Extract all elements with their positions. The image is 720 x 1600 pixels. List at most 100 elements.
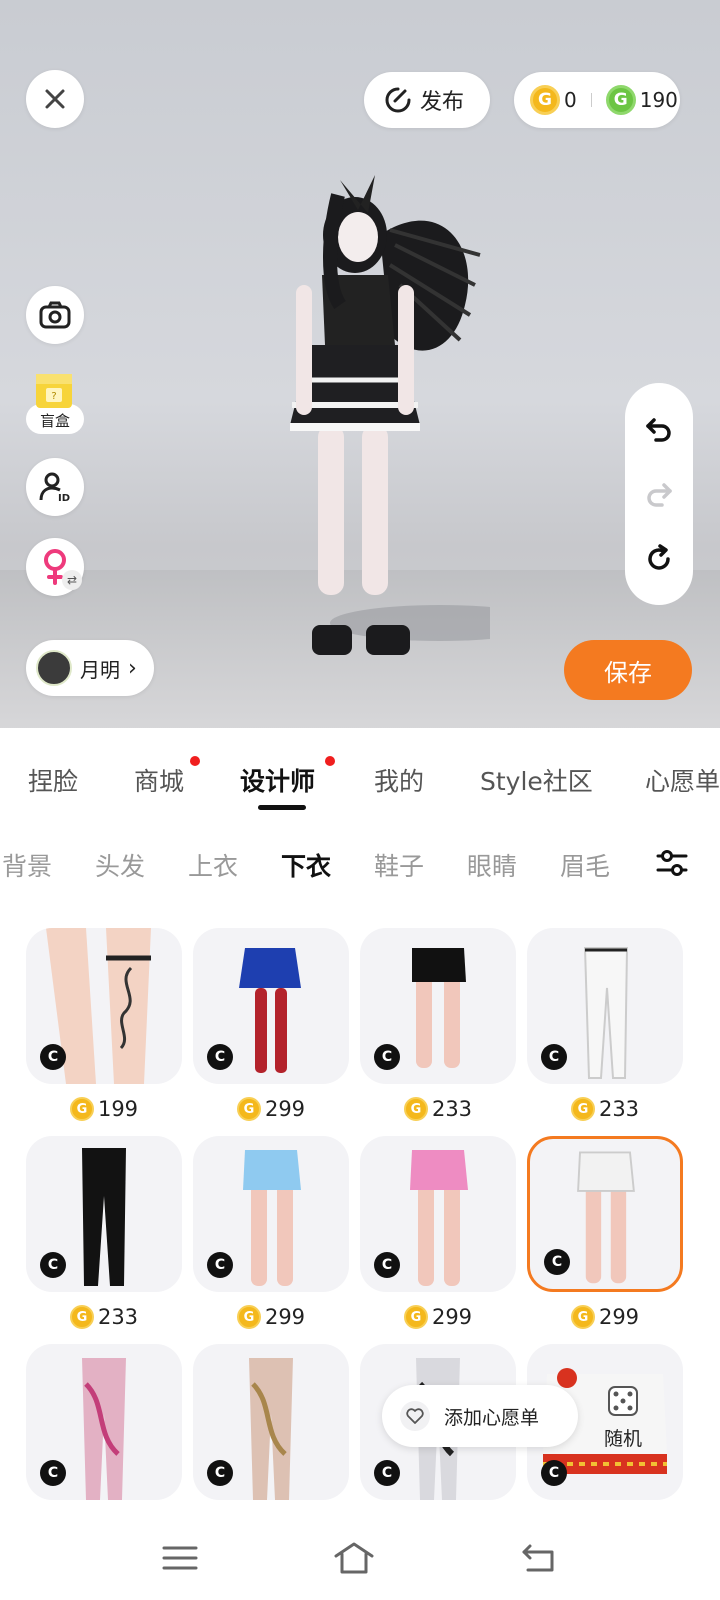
item-thumbnail: C <box>193 928 349 1084</box>
item-card[interactable]: C G 199 <box>26 928 182 1134</box>
category-background[interactable]: 背景 <box>2 847 52 883</box>
gold-balance: 0 <box>564 88 577 112</box>
tab-designer[interactable]: 设计师 <box>240 762 315 798</box>
blind-box-button[interactable]: ? 盲盒 <box>26 368 84 438</box>
item-price: G 299 <box>360 1292 516 1342</box>
item-price: G 299 <box>193 1292 349 1342</box>
chevron-right-icon: › <box>128 655 137 681</box>
publish-icon <box>385 87 411 113</box>
item-card-selected[interactable]: C G 299 <box>527 1136 683 1342</box>
heart-icon <box>400 1401 430 1431</box>
shop-notification-dot <box>190 756 200 766</box>
redo-icon[interactable] <box>644 479 674 509</box>
creator-badge-icon: C <box>544 1249 570 1275</box>
gold-coin-icon: G <box>69 1305 94 1329</box>
system-navigation-bar <box>0 1520 720 1600</box>
price-value: 299 <box>598 1305 640 1329</box>
category-eyebrows[interactable]: 眉毛 <box>560 847 610 883</box>
category-top[interactable]: 上衣 <box>188 847 238 883</box>
green-balance: 190 <box>639 88 678 112</box>
item-thumbnail: C <box>193 1136 349 1292</box>
tab-style-community[interactable]: Style社区 <box>480 762 593 798</box>
designer-notification-dot <box>325 756 335 766</box>
publish-label: 发布 <box>420 90 465 115</box>
item-thumbnail: C <box>26 928 182 1084</box>
creator-badge-icon: C <box>40 1044 66 1070</box>
camera-button[interactable] <box>26 286 84 344</box>
dice-icon <box>608 1386 638 1416</box>
item-thumbnail: C <box>360 1136 516 1292</box>
undo-icon[interactable] <box>644 414 674 444</box>
creator-badge-icon: C <box>40 1460 66 1486</box>
gold-coin-icon: G <box>69 1097 94 1121</box>
blind-box-icon: ? <box>36 374 72 408</box>
item-card[interactable]: C G 233 <box>360 928 516 1134</box>
gold-coin-icon: G <box>236 1305 261 1329</box>
category-hair[interactable]: 头发 <box>95 847 145 883</box>
close-button[interactable] <box>26 70 84 128</box>
item-price: G 299 <box>193 1084 349 1134</box>
close-icon <box>45 89 65 109</box>
gold-coin-icon: G <box>570 1097 595 1121</box>
avatar-figure[interactable] <box>230 135 490 695</box>
creator-badge-icon: C <box>207 1252 233 1278</box>
publish-button[interactable]: 发布 <box>364 72 490 128</box>
category-eyes[interactable]: 眼睛 <box>467 847 517 883</box>
gold-coin-icon: G <box>236 1097 261 1121</box>
tab-wishlist[interactable]: 心愿单 <box>645 762 720 798</box>
wishlist-label: 添加心愿单 <box>444 1406 540 1429</box>
gold-coin-icon: G <box>403 1305 428 1329</box>
creator-badge-icon: C <box>541 1460 567 1486</box>
person-id-icon: ID <box>39 472 70 504</box>
avatar-id-button[interactable]: ID <box>26 458 84 516</box>
item-thumbnail: C <box>527 1136 683 1292</box>
item-price: G 233 <box>26 1292 182 1342</box>
creator-badge-icon: C <box>207 1044 233 1070</box>
price-value: 233 <box>598 1097 640 1121</box>
item-thumbnail: C <box>26 1136 182 1292</box>
svg-text:ID: ID <box>58 493 70 504</box>
profile-name: 月明 <box>80 657 120 682</box>
item-thumbnail: C <box>193 1344 349 1500</box>
filter-icon[interactable] <box>654 845 690 881</box>
category-shoes[interactable]: 鞋子 <box>374 847 424 883</box>
creator-badge-icon: C <box>374 1044 400 1070</box>
currency-balance[interactable]: G 0 G 190 <box>514 72 680 128</box>
random-label: 随机 <box>603 1428 642 1450</box>
save-button[interactable]: 保存 <box>564 640 692 700</box>
item-card[interactable]: C <box>193 1344 349 1500</box>
random-button[interactable]: 随机 <box>588 1383 658 1451</box>
reset-icon[interactable] <box>644 543 674 574</box>
item-card[interactable]: C G 299 <box>193 928 349 1134</box>
swap-icon: ⇄ <box>62 570 82 590</box>
back-icon[interactable] <box>516 1538 560 1578</box>
item-card[interactable]: C <box>26 1344 182 1500</box>
green-coin-icon: G <box>605 85 636 115</box>
tab-mine[interactable]: 我的 <box>374 762 424 798</box>
item-thumbnail: C <box>527 928 683 1084</box>
price-value: 233 <box>97 1305 139 1329</box>
gender-switch-button[interactable]: ⇄ <box>26 538 84 596</box>
item-card[interactable]: C G 233 <box>527 928 683 1134</box>
tab-face[interactable]: 捏脸 <box>28 762 78 798</box>
add-to-wishlist-button[interactable]: 添加心愿单 <box>382 1385 578 1447</box>
menu-icon[interactable] <box>158 1538 202 1578</box>
category-bottom[interactable]: 下衣 <box>281 847 331 883</box>
price-value: 299 <box>431 1305 473 1329</box>
tab-shop[interactable]: 商城 <box>134 762 184 798</box>
item-card[interactable]: C G 299 <box>360 1136 516 1342</box>
main-tabs: 捏脸 商城 设计师 我的 Style社区 心愿单 <box>0 740 720 820</box>
svg-text:?: ? <box>51 391 56 402</box>
item-thumbnail: C <box>26 1344 182 1500</box>
home-icon[interactable] <box>332 1538 376 1578</box>
item-price: G 233 <box>527 1084 683 1134</box>
camera-icon <box>39 301 71 329</box>
item-card[interactable]: C G 233 <box>26 1136 182 1342</box>
item-card[interactable]: C G 299 <box>193 1136 349 1342</box>
avatar-stage[interactable]: 发布 G 0 G 190 ? 盲盒 ID ⇄ 月明 › 保存 <box>0 0 720 728</box>
item-price: G 299 <box>527 1292 683 1342</box>
price-value: 233 <box>431 1097 473 1121</box>
profile-chip[interactable]: 月明 › <box>26 640 154 696</box>
creator-badge-icon: C <box>374 1460 400 1486</box>
history-controls <box>625 383 693 605</box>
